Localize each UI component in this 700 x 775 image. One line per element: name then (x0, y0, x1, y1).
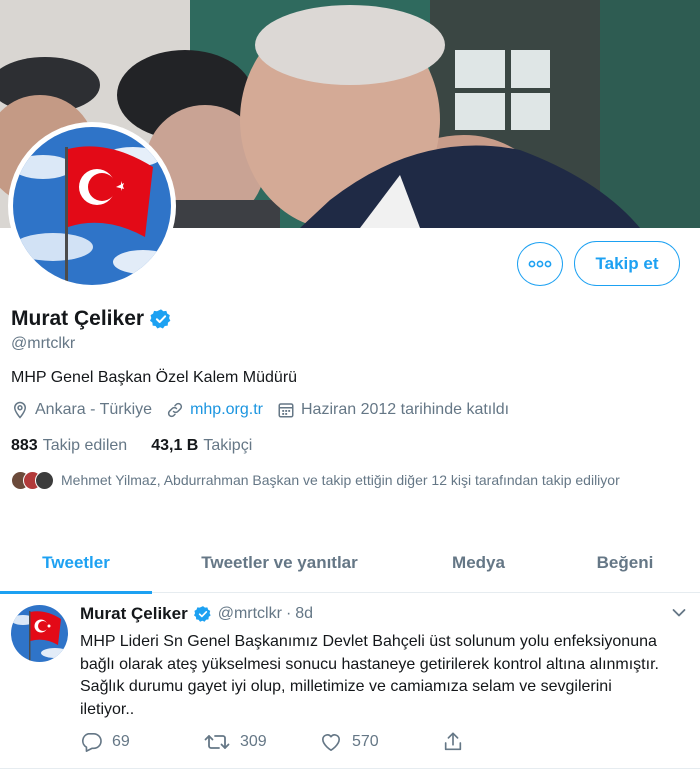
like-icon (322, 734, 340, 751)
calendar-icon (278, 403, 294, 418)
followers-you-know[interactable]: Mehmet Yilmaz, Abdurrahman Başkan ve tak… (11, 469, 671, 491)
following-count: 883 (11, 437, 38, 454)
verified-icon (193, 606, 211, 622)
profile-name[interactable]: Murat Çeliker (11, 307, 144, 331)
tab-label: Medya (452, 553, 505, 572)
reply-action[interactable]: 69 (80, 732, 204, 752)
tweet-avatar[interactable] (11, 605, 68, 662)
tab-tweets-and-replies[interactable]: Tweetler ve yanıtlar (152, 533, 407, 593)
location-text: Ankara - Türkiye (35, 401, 153, 418)
website-link[interactable]: mhp.org.tr (190, 401, 263, 419)
tweet-timestamp[interactable]: 8d (295, 605, 313, 623)
profile-handle[interactable]: @mrtclkr (11, 335, 75, 353)
reply-icon (82, 733, 102, 752)
mutual-avatar (35, 471, 54, 490)
reply-count: 69 (112, 733, 130, 750)
tweet-header: Murat Çeliker @mrtclkr · 8d (80, 604, 313, 624)
followers-you-know-text: Mehmet Yilmaz, Abdurrahman Başkan ve tak… (61, 472, 620, 488)
verified-icon (150, 309, 171, 329)
following-label: Takip edilen (42, 437, 128, 454)
followers-stat[interactable]: 43,1 B Takipçi (151, 437, 252, 455)
profile-bio: MHP Genel Başkan Özel Kalem Müdürü (11, 369, 298, 386)
tab-label: Beğeni (596, 553, 654, 572)
followers-label: Takipçi (203, 437, 253, 454)
tweet-text: MHP Lideri Sn Genel Başkanımız Devlet Ba… (80, 633, 659, 718)
follow-button[interactable]: Takip et (574, 241, 680, 286)
retweet-action[interactable]: 309 (204, 732, 320, 752)
share-icon (444, 732, 462, 751)
profile-tabs: Tweetler Tweetler ve yanıtlar Medya Beğe… (0, 533, 700, 594)
tweet-author-handle[interactable]: @mrtclkr (218, 605, 282, 623)
profile-meta: Ankara - Türkiye mhp.org.tr Haziran 2012… (11, 401, 523, 419)
link-icon (167, 402, 183, 418)
chevron-down-icon[interactable] (672, 608, 686, 618)
profile-name-row: Murat Çeliker (11, 307, 172, 331)
tab-likes[interactable]: Beğeni (550, 533, 700, 593)
tab-media[interactable]: Medya (407, 533, 550, 593)
avatar-flag-image (13, 127, 171, 285)
followers-count: 43,1 B (151, 437, 199, 454)
tweet-separator: · (285, 605, 292, 622)
website[interactable]: mhp.org.tr (166, 401, 263, 419)
tab-label: Tweetler ve yanıtlar (201, 553, 358, 572)
more-options-button[interactable] (517, 242, 563, 286)
tab-label: Tweetler (42, 553, 110, 572)
profile-avatar[interactable] (8, 122, 176, 290)
share-action[interactable] (442, 731, 474, 753)
more-icon (528, 260, 552, 268)
retweet-count: 309 (240, 733, 267, 750)
tweet-actions: 69 309 570 (80, 731, 474, 753)
join-date: Haziran 2012 tarihinde katıldı (277, 401, 509, 419)
tab-tweets[interactable]: Tweetler (0, 533, 152, 594)
location-icon (13, 401, 27, 419)
follow-button-label: Takip et (595, 253, 659, 273)
mutual-follower-avatars (11, 471, 54, 491)
tweet[interactable]: Murat Çeliker @mrtclkr · 8d MHP Lideri S… (0, 594, 700, 769)
join-date-text: Haziran 2012 tarihinde katıldı (301, 401, 510, 418)
tweet-author-name[interactable]: Murat Çeliker (80, 604, 188, 624)
profile-stats: 883 Takip edilen 43,1 B Takipçi (11, 437, 276, 455)
retweet-icon (204, 735, 230, 749)
like-action[interactable]: 570 (320, 732, 442, 752)
like-count: 570 (352, 733, 379, 750)
location: Ankara - Türkiye (11, 401, 152, 419)
following-stat[interactable]: 883 Takip edilen (11, 437, 127, 455)
